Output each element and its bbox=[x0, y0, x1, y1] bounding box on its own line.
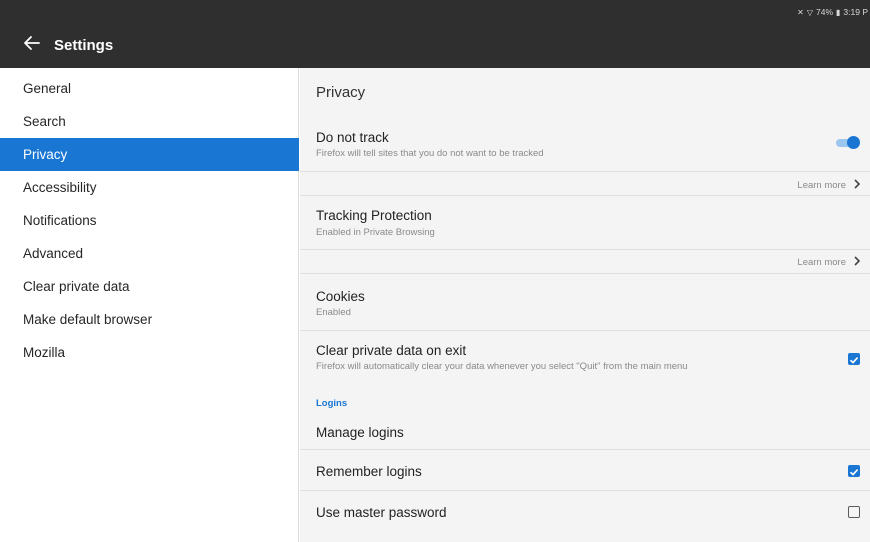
remember-logins-row[interactable]: Remember logins bbox=[300, 450, 870, 490]
do-not-track-toggle[interactable] bbox=[836, 136, 860, 150]
nav-item-mozilla[interactable]: Mozilla bbox=[0, 336, 299, 369]
privacy-settings-pane: Privacy Do not track Firefox will tell s… bbox=[300, 68, 870, 542]
divider bbox=[300, 249, 870, 250]
clear-on-exit-subtitle: Firefox will automatically clear your da… bbox=[316, 361, 688, 372]
master-password-row[interactable]: Use master password bbox=[300, 491, 870, 531]
tracking-protection-row[interactable]: Tracking Protection Enabled in Private B… bbox=[300, 196, 870, 248]
settings-nav: General Search Privacy Accessibility Not… bbox=[0, 68, 299, 542]
wifi-icon: ▽ bbox=[806, 7, 813, 17]
clear-on-exit-checkbox[interactable] bbox=[848, 353, 860, 365]
chevron-right-icon[interactable] bbox=[852, 255, 862, 267]
app-bar: ✕ ▽ 74% ▮ 3:19 P Settings bbox=[0, 0, 870, 68]
back-arrow-icon[interactable] bbox=[22, 34, 42, 52]
do-not-track-row[interactable]: Do not track Firefox will tell sites tha… bbox=[300, 122, 870, 172]
nav-item-privacy[interactable]: Privacy bbox=[0, 138, 299, 171]
nav-item-search[interactable]: Search bbox=[0, 105, 299, 138]
master-password-checkbox[interactable] bbox=[848, 506, 860, 518]
clear-on-exit-title: Clear private data on exit bbox=[316, 343, 467, 358]
app-bar-title: Settings bbox=[54, 37, 114, 54]
nav-item-advanced[interactable]: Advanced bbox=[0, 237, 299, 270]
cookies-subtitle: Enabled bbox=[316, 307, 351, 318]
do-not-track-subtitle: Firefox will tell sites that you do not … bbox=[316, 148, 544, 159]
do-not-track-title: Do not track bbox=[316, 130, 389, 145]
learn-more-link[interactable]: Learn more bbox=[797, 257, 846, 268]
checkmark-icon bbox=[849, 469, 859, 476]
nav-item-accessibility[interactable]: Accessibility bbox=[0, 171, 299, 204]
battery-level: 74% bbox=[816, 7, 834, 17]
cookies-row[interactable]: Cookies Enabled bbox=[300, 274, 870, 330]
battery-icon: ▮ bbox=[836, 7, 841, 17]
page-title: Privacy bbox=[316, 84, 366, 101]
remember-logins-checkbox[interactable] bbox=[848, 465, 860, 477]
clear-on-exit-row[interactable]: Clear private data on exit Firefox will … bbox=[300, 331, 870, 383]
learn-more-link[interactable]: Learn more bbox=[797, 180, 846, 191]
master-password-title: Use master password bbox=[316, 505, 447, 520]
nav-item-clear-private-data[interactable]: Clear private data bbox=[0, 270, 299, 303]
tracking-protection-title: Tracking Protection bbox=[316, 208, 432, 223]
clock: 3:19 P bbox=[843, 7, 868, 17]
remember-logins-title: Remember logins bbox=[316, 464, 422, 479]
divider bbox=[300, 171, 870, 172]
tracking-protection-subtitle: Enabled in Private Browsing bbox=[316, 227, 435, 238]
manage-logins-title: Manage logins bbox=[316, 425, 404, 440]
nav-item-notifications[interactable]: Notifications bbox=[0, 204, 299, 237]
logins-section-label: Logins bbox=[316, 398, 348, 409]
chevron-right-icon[interactable] bbox=[852, 178, 862, 190]
nav-item-general[interactable]: General bbox=[0, 72, 299, 105]
checkmark-icon bbox=[849, 357, 859, 364]
status-bar: ✕ ▽ 74% ▮ 3:19 P bbox=[797, 7, 868, 17]
manage-logins-row[interactable]: Manage logins bbox=[300, 413, 870, 449]
mute-icon: ✕ bbox=[797, 7, 804, 17]
nav-item-make-default-browser[interactable]: Make default browser bbox=[0, 303, 299, 336]
cookies-title: Cookies bbox=[316, 289, 365, 304]
